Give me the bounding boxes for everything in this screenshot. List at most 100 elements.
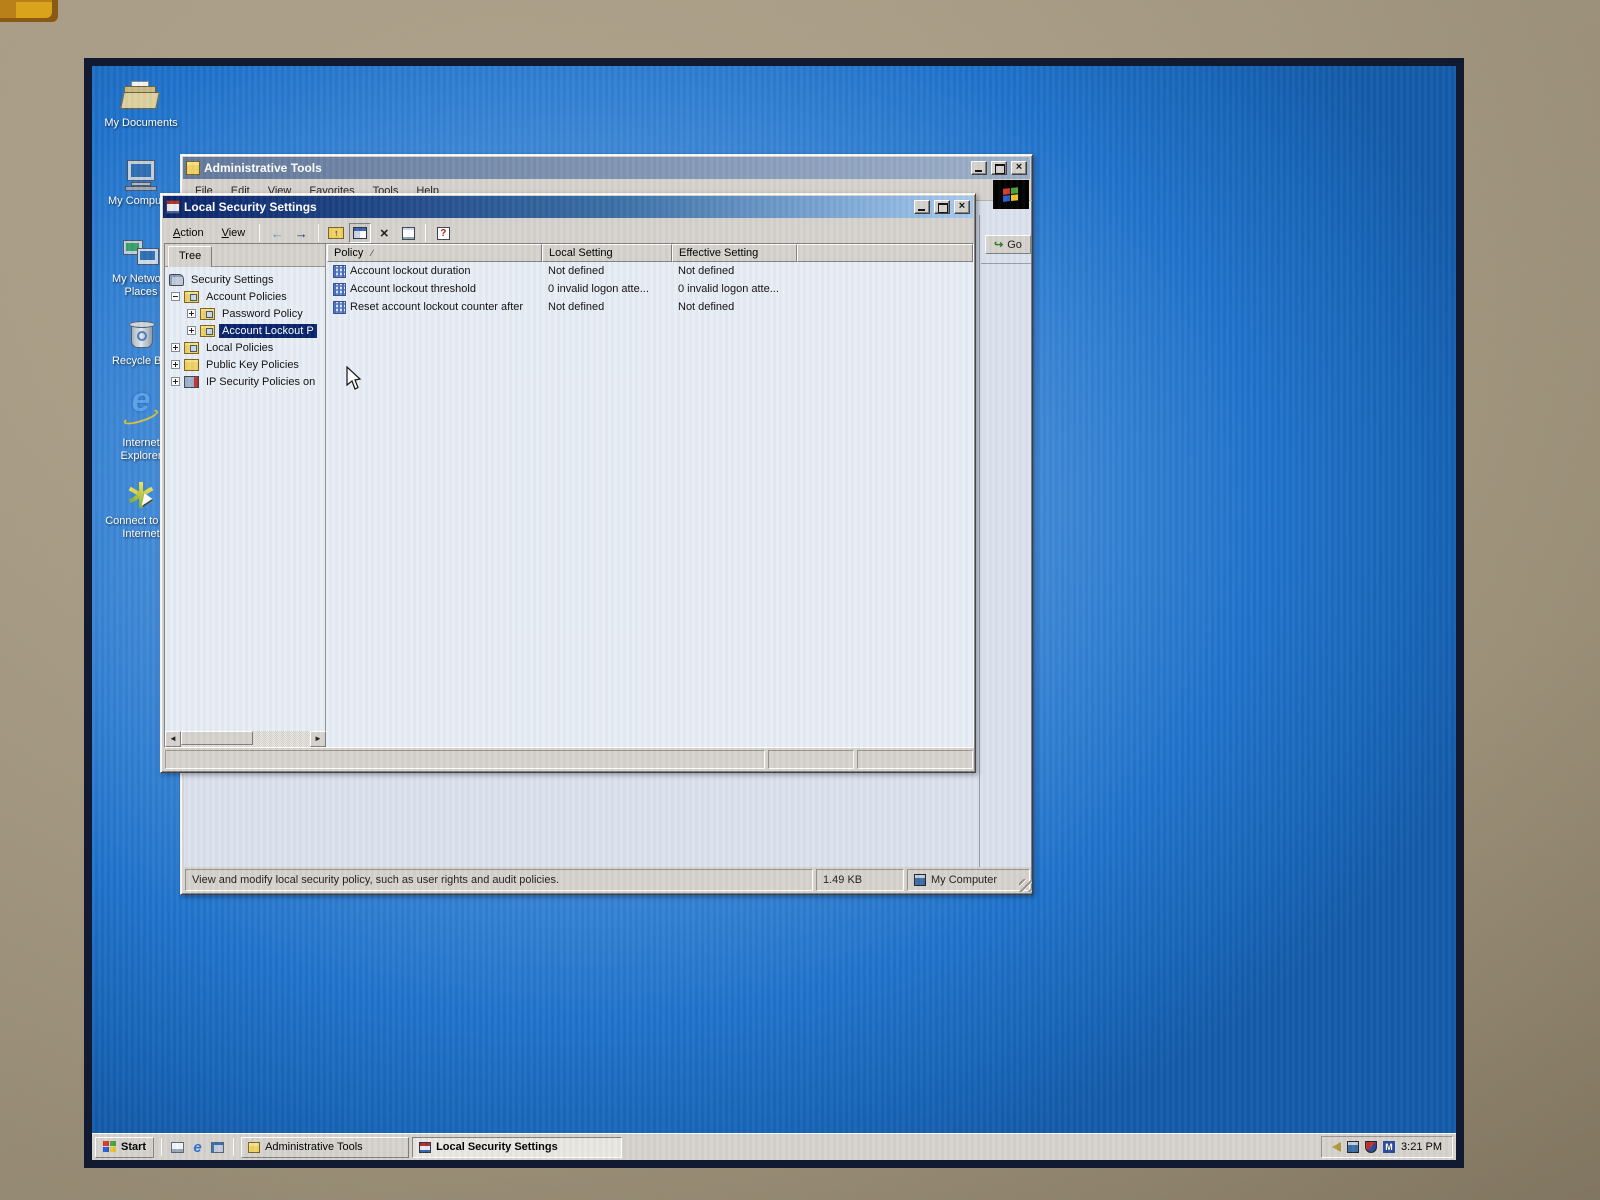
policy-row-duration[interactable]: Account lockout duration Not defined Not…	[327, 262, 973, 280]
column-header-filler	[797, 244, 973, 262]
help-button[interactable]: ?	[432, 223, 454, 243]
expand-icon[interactable]	[187, 309, 196, 318]
admin-title-bar[interactable]: Administrative Tools ×	[183, 157, 1030, 179]
tree-item-local-policies[interactable]: Local Policies	[167, 339, 325, 356]
taskbar: Start e Administrative Tools Local Secur…	[92, 1133, 1456, 1160]
list-header-row: Policy∕ Local Setting Effective Setting	[327, 244, 973, 262]
policy-icon	[333, 301, 346, 314]
start-button[interactable]: Start	[95, 1137, 154, 1158]
tree-item-password-policy[interactable]: Password Policy	[167, 305, 325, 322]
quick-launch-mail-button[interactable]	[169, 1139, 186, 1156]
taskbar-clock[interactable]: 3:21 PM	[1401, 1141, 1442, 1153]
scroll-right-button[interactable]: ►	[310, 731, 326, 747]
account-policies-folder-icon	[184, 291, 199, 303]
menu-view[interactable]: View	[214, 225, 254, 241]
my-network-places-icon	[121, 236, 161, 270]
desktop-icon-my-documents[interactable]: My Documents	[102, 80, 180, 130]
taskbar-task-local-security-settings[interactable]: Local Security Settings	[412, 1137, 622, 1158]
lss-status-panel	[768, 750, 854, 769]
delete-button[interactable]: ×	[373, 223, 395, 243]
password-policy-folder-icon	[200, 308, 215, 320]
quick-launch-internet-explorer-button[interactable]: e	[189, 1139, 206, 1156]
lss-title-bar[interactable]: Local Security Settings ×	[163, 196, 973, 218]
expand-icon[interactable]	[171, 343, 180, 352]
administrative-tools-icon	[248, 1142, 260, 1153]
network-icon[interactable]	[1347, 1141, 1359, 1153]
status-zone: My Computer	[907, 869, 1030, 891]
tree-item-account-lockout-policy[interactable]: Account Lockout P	[167, 322, 325, 339]
policy-icon	[333, 265, 346, 278]
admin-toolbar-divider	[981, 263, 1031, 264]
resize-grip[interactable]	[1019, 879, 1032, 892]
local-security-settings-icon	[419, 1142, 431, 1153]
ip-security-policies-icon	[184, 376, 199, 388]
my-computer-icon	[121, 158, 161, 192]
scroll-left-button[interactable]: ◄	[165, 731, 181, 747]
volume-icon[interactable]	[1332, 1142, 1341, 1152]
export-list-icon	[402, 227, 415, 240]
mcafee-icon[interactable]: M	[1383, 1141, 1395, 1153]
tree-item-account-policies[interactable]: Account Policies	[167, 288, 325, 305]
help-icon: ?	[437, 227, 450, 240]
tree-item-ip-security-policies[interactable]: IP Security Policies on	[167, 373, 325, 390]
crt-screen: My Documents My Computer My Network Plac…	[84, 58, 1464, 1168]
expand-icon[interactable]	[187, 326, 196, 335]
admin-window-title: Administrative Tools	[204, 161, 967, 175]
my-documents-icon	[121, 80, 161, 114]
close-button[interactable]: ×	[954, 200, 970, 214]
administrative-tools-window-icon	[186, 161, 200, 175]
column-header-policy[interactable]: Policy∕	[327, 244, 542, 262]
taskbar-task-administrative-tools[interactable]: Administrative Tools	[241, 1137, 409, 1158]
column-header-effective-setting[interactable]: Effective Setting	[672, 244, 797, 262]
account-lockout-folder-icon	[200, 325, 215, 337]
menu-action[interactable]: Action	[165, 225, 212, 241]
tree-horizontal-scrollbar[interactable]: ◄ ►	[165, 731, 326, 747]
policy-row-reset-counter[interactable]: Reset account lockout counter after Not …	[327, 298, 973, 316]
lss-status-panel	[857, 750, 973, 769]
antivirus-shield-icon[interactable]	[1365, 1141, 1377, 1153]
tree-item-security-settings[interactable]: Security Settings	[167, 271, 325, 288]
tree-tab-strip: Tree	[165, 244, 325, 267]
connect-internet-icon	[121, 478, 161, 512]
maximize-button[interactable]	[991, 161, 1007, 175]
up-one-level-icon: ↑	[328, 227, 344, 239]
quick-launch-show-desktop-button[interactable]	[209, 1139, 226, 1156]
admin-status-bar: View and modify local security policy, s…	[182, 867, 1033, 893]
internet-explorer-icon: e	[121, 400, 161, 434]
show-hide-tree-icon	[353, 227, 367, 239]
collapse-icon[interactable]	[171, 292, 180, 301]
selected-tree-item-label: Account Lockout P	[219, 324, 317, 338]
go-button[interactable]: ↪ Go	[985, 235, 1031, 254]
column-header-local-setting[interactable]: Local Setting	[542, 244, 672, 262]
throbber-logo	[993, 180, 1029, 209]
start-button-label: Start	[121, 1141, 146, 1153]
scrollbar-thumb[interactable]	[181, 731, 253, 745]
lss-status-panel	[165, 750, 765, 769]
up-one-level-button[interactable]: ↑	[325, 223, 347, 243]
tree-item-public-key-policies[interactable]: Public Key Policies	[167, 356, 325, 373]
back-button[interactable]: ←	[266, 223, 288, 243]
close-button[interactable]: ×	[1011, 161, 1027, 175]
go-arrow-icon: ↪	[994, 238, 1003, 251]
show-hide-tree-button[interactable]	[349, 223, 371, 243]
go-button-label: Go	[1007, 239, 1022, 251]
status-description: View and modify local security policy, s…	[185, 869, 813, 891]
expand-icon[interactable]	[171, 377, 180, 386]
back-icon: ←	[271, 226, 284, 241]
export-list-button[interactable]	[397, 223, 419, 243]
expand-icon[interactable]	[171, 360, 180, 369]
maximize-button[interactable]	[934, 200, 950, 214]
tree-tab[interactable]: Tree	[168, 246, 212, 267]
my-computer-zone-icon	[914, 874, 926, 886]
policy-row-threshold[interactable]: Account lockout threshold 0 invalid logo…	[327, 280, 973, 298]
monitor-sticker	[0, 0, 58, 22]
minimize-button[interactable]	[914, 200, 930, 214]
windows-logo-icon	[103, 1141, 117, 1153]
forward-button[interactable]: →	[290, 223, 312, 243]
local-security-settings-window: Local Security Settings × Action View ← …	[160, 193, 976, 773]
forward-icon: →	[295, 226, 308, 241]
policy-list-pane: Policy∕ Local Setting Effective Setting …	[327, 244, 973, 747]
desktop-icon-label: My Documents	[102, 117, 180, 130]
status-file-size: 1.49 KB	[816, 869, 904, 891]
minimize-button[interactable]	[971, 161, 987, 175]
